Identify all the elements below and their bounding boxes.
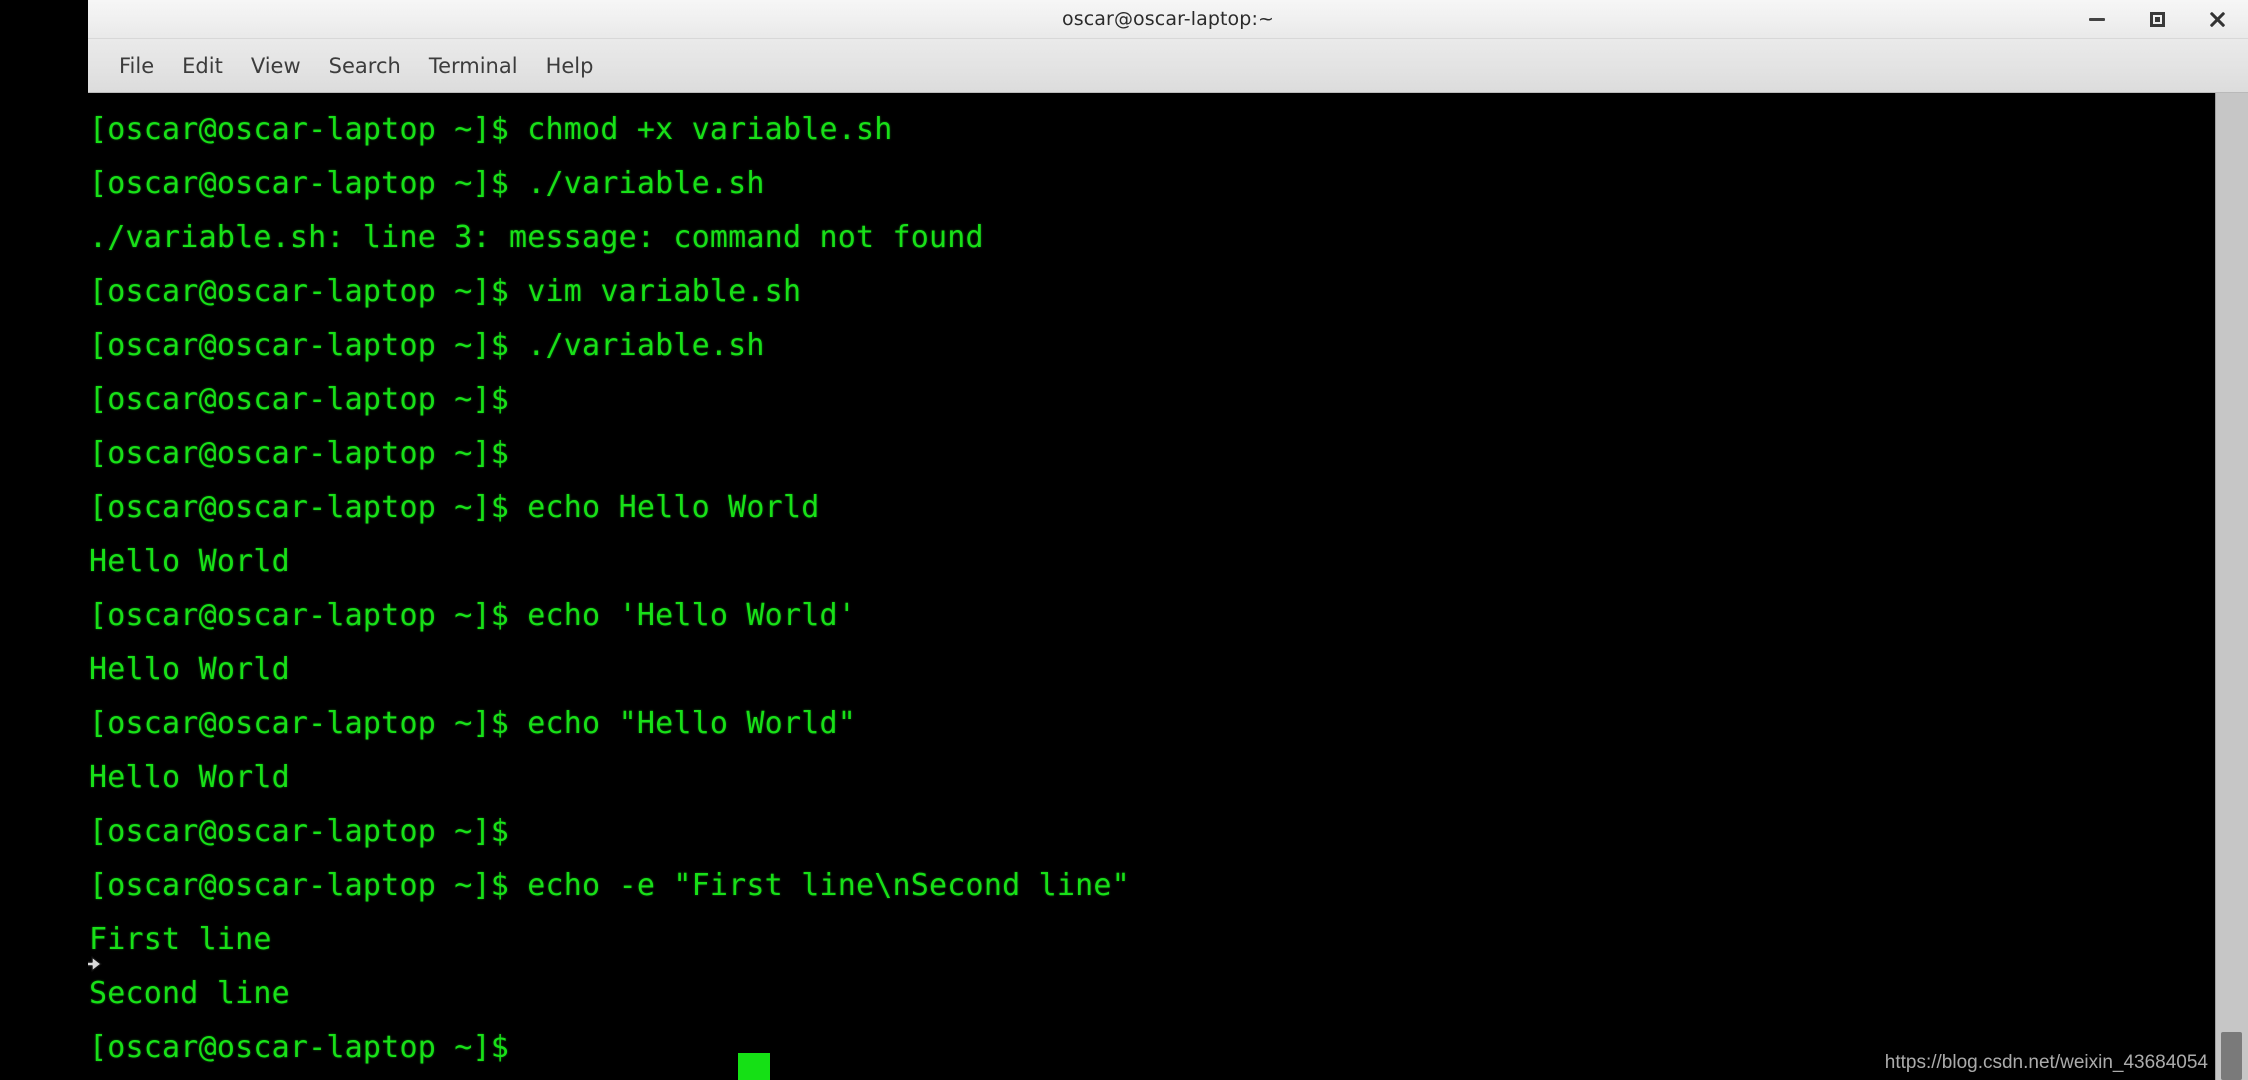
- terminal-line: [oscar@oscar-laptop ~]$ ./variable.sh: [89, 166, 765, 201]
- terminal-line: Hello World: [89, 760, 290, 795]
- terminal-window: oscar@oscar-laptop:~ File Edit View Sear…: [88, 0, 2248, 1080]
- terminal-line: ./variable.sh: line 3: message: command …: [89, 220, 984, 255]
- window-controls: [2084, 0, 2230, 38]
- menu-item-edit[interactable]: Edit: [168, 50, 237, 82]
- terminal-body: [oscar@oscar-laptop ~]$ chmod +x variabl…: [88, 93, 2248, 1080]
- maximize-icon: [2149, 11, 2165, 27]
- terminal-line: [oscar@oscar-laptop ~]$ echo Hello World: [89, 490, 820, 525]
- terminal-line: [oscar@oscar-laptop ~]$ echo 'Hello Worl…: [89, 598, 856, 633]
- menubar: File Edit View Search Terminal Help: [88, 39, 2248, 93]
- minimize-button[interactable]: [2084, 6, 2110, 32]
- terminal-output[interactable]: [oscar@oscar-laptop ~]$ chmod +x variabl…: [88, 93, 2215, 1080]
- menu-item-search[interactable]: Search: [315, 50, 415, 82]
- close-button[interactable]: [2204, 6, 2230, 32]
- window-titlebar[interactable]: oscar@oscar-laptop:~: [88, 0, 2248, 39]
- terminal-line: [oscar@oscar-laptop ~]$ ./variable.sh: [89, 328, 765, 363]
- watermark-text: https://blog.csdn.net/weixin_43684054: [1884, 1052, 2208, 1073]
- close-icon: [2208, 10, 2226, 28]
- screen-root: oscar@oscar-laptop:~ File Edit View Sear…: [0, 0, 2248, 1080]
- terminal-line: [oscar@oscar-laptop ~]$ echo "Hello Worl…: [89, 706, 856, 741]
- terminal-line: [oscar@oscar-laptop ~]$: [89, 814, 510, 849]
- terminal-line: Second line: [89, 976, 290, 1011]
- menu-item-view[interactable]: View: [237, 50, 315, 82]
- terminal-line: [oscar@oscar-laptop ~]$ echo -e "First l…: [89, 868, 1130, 903]
- menu-item-help[interactable]: Help: [532, 50, 608, 82]
- maximize-button[interactable]: [2144, 6, 2170, 32]
- terminal-line: First line: [89, 922, 272, 957]
- minimize-icon: [2089, 17, 2105, 21]
- terminal-line: Hello World: [89, 544, 290, 579]
- terminal-line: [oscar@oscar-laptop ~]$: [89, 382, 510, 417]
- text-cursor: [738, 1053, 770, 1080]
- terminal-line: [oscar@oscar-laptop ~]$: [89, 436, 510, 471]
- scrollbar-thumb[interactable]: [2221, 1032, 2242, 1080]
- terminal-line: Hello World: [89, 652, 290, 687]
- terminal-line: [oscar@oscar-laptop ~]$ vim variable.sh: [89, 274, 802, 309]
- menu-item-terminal[interactable]: Terminal: [415, 50, 532, 82]
- terminal-line: [oscar@oscar-laptop ~]$ chmod +x variabl…: [89, 112, 893, 147]
- vertical-scrollbar[interactable]: [2215, 93, 2248, 1080]
- window-title: oscar@oscar-laptop:~: [1062, 8, 1274, 30]
- menu-item-file[interactable]: File: [105, 50, 168, 82]
